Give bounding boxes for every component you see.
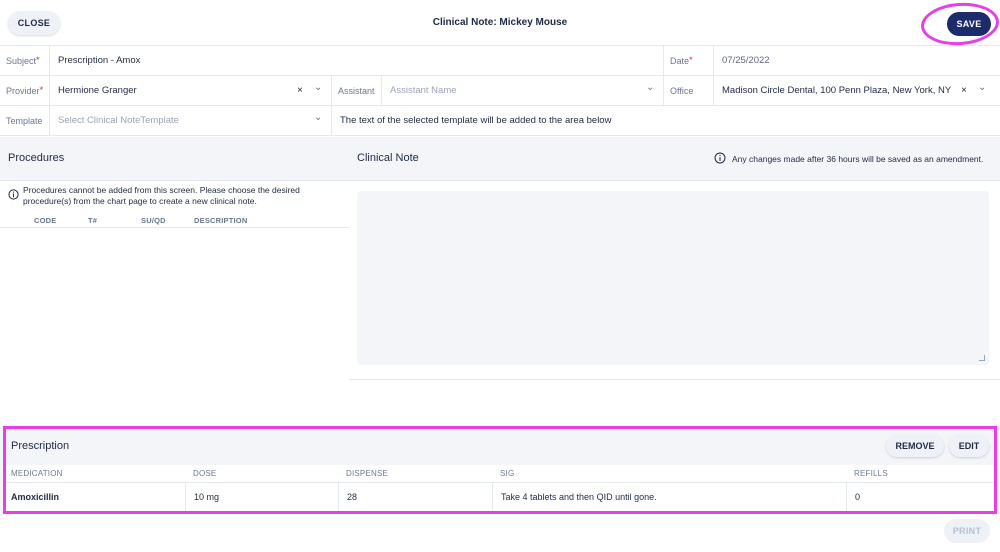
prescription-title: Prescription [11,440,70,452]
chevron-down-icon[interactable]: ⌄ [646,83,654,93]
clinical-note-panel [349,181,1000,380]
procedures-info: Procedures cannot be added from this scr… [8,185,338,207]
page-title: Clinical Note: Mickey Mouse [432,17,568,28]
save-button[interactable]: SAVE [947,12,991,36]
modal-footer: PRINT [0,514,1000,552]
template-hint: The text of the selected template will b… [332,106,1000,136]
assistant-select[interactable]: Assistant Name ⌄ [382,76,664,106]
note-form: Subject * Prescription - Amox Date * 07/25… [0,46,1000,137]
col-code: CODE [34,216,57,225]
col-dose: DOSE [193,469,217,478]
prescription-section: Prescription REMOVE EDIT MEDICATION DOSE… [3,426,997,514]
chevron-down-icon[interactable]: ⌄ [978,83,986,93]
subject-label: Subject * [0,46,50,76]
col-tooth: T# [88,216,98,225]
prescription-table-header: MEDICATION DOSE DISPENSE SIG REFILLS [6,465,994,483]
procedures-header: Procedures [0,137,349,181]
info-icon [8,189,19,200]
clinical-note-spacer [349,380,1000,426]
chevron-down-icon[interactable]: ⌄ [314,113,322,123]
date-field[interactable]: 07/25/2022 [714,46,1000,76]
clinical-note-title: Clinical Note [357,152,419,164]
modal-header: CLOSE Clinical Note: Mickey Mouse SAVE [0,0,1000,48]
dose-cell: 10 mg [186,483,339,511]
medication-cell: Amoxicillin [6,483,186,511]
chevron-down-icon[interactable]: ⌄ [314,83,322,93]
template-label: Template [0,106,50,136]
edit-button[interactable]: EDIT [949,435,989,457]
clear-icon[interactable]: × [297,86,303,96]
clear-icon[interactable]: × [961,86,967,96]
procedures-title: Procedures [8,152,65,164]
refills-cell: 0 [855,492,861,502]
provider-label: Provider * [0,76,50,106]
provider-select[interactable]: Hermione Granger × ⌄ [50,76,332,106]
col-description: DESCRIPTION [194,216,248,225]
table-row[interactable]: Amoxicillin 10 mg 28 Take 4 tablets and … [6,483,994,511]
clinical-note-header: Clinical Note Any changes made after 36 … [349,137,1000,181]
amendment-notice: Any changes made after 36 hours will be … [732,154,984,164]
procedures-panel: Procedures cannot be added from this scr… [0,181,349,426]
col-dispense: DISPENSE [346,469,389,478]
assistant-label: Assistant [332,76,382,106]
procedures-table-header: CODE T# SU/QD DESCRIPTION [0,214,349,228]
sig-cell: Take 4 tablets and then QID until gone. [493,483,847,511]
print-button[interactable]: PRINT [944,519,990,543]
procedures-info-text: Procedures cannot be added from this scr… [23,185,300,206]
date-label: Date * [664,46,714,76]
template-select[interactable]: Select Clinical NoteTemplate ⌄ [50,106,332,136]
clinical-note-textarea[interactable] [357,191,989,365]
remove-button[interactable]: REMOVE [886,435,944,457]
office-label: Office [664,76,714,106]
subject-field[interactable]: Prescription - Amox [50,46,664,76]
col-sig: SIG [500,469,515,478]
col-su-qd: SU/QD [141,216,166,225]
col-medication: MEDICATION [11,469,63,478]
resize-handle-icon[interactable] [979,355,985,361]
info-icon [714,152,726,164]
dispense-cell: 28 [339,483,493,511]
prescription-header: Prescription REMOVE EDIT [6,429,994,465]
office-select[interactable]: Madison Circle Dental, 100 Penn Plaza, N… [714,76,1000,106]
col-refills: REFILLS [854,469,888,478]
